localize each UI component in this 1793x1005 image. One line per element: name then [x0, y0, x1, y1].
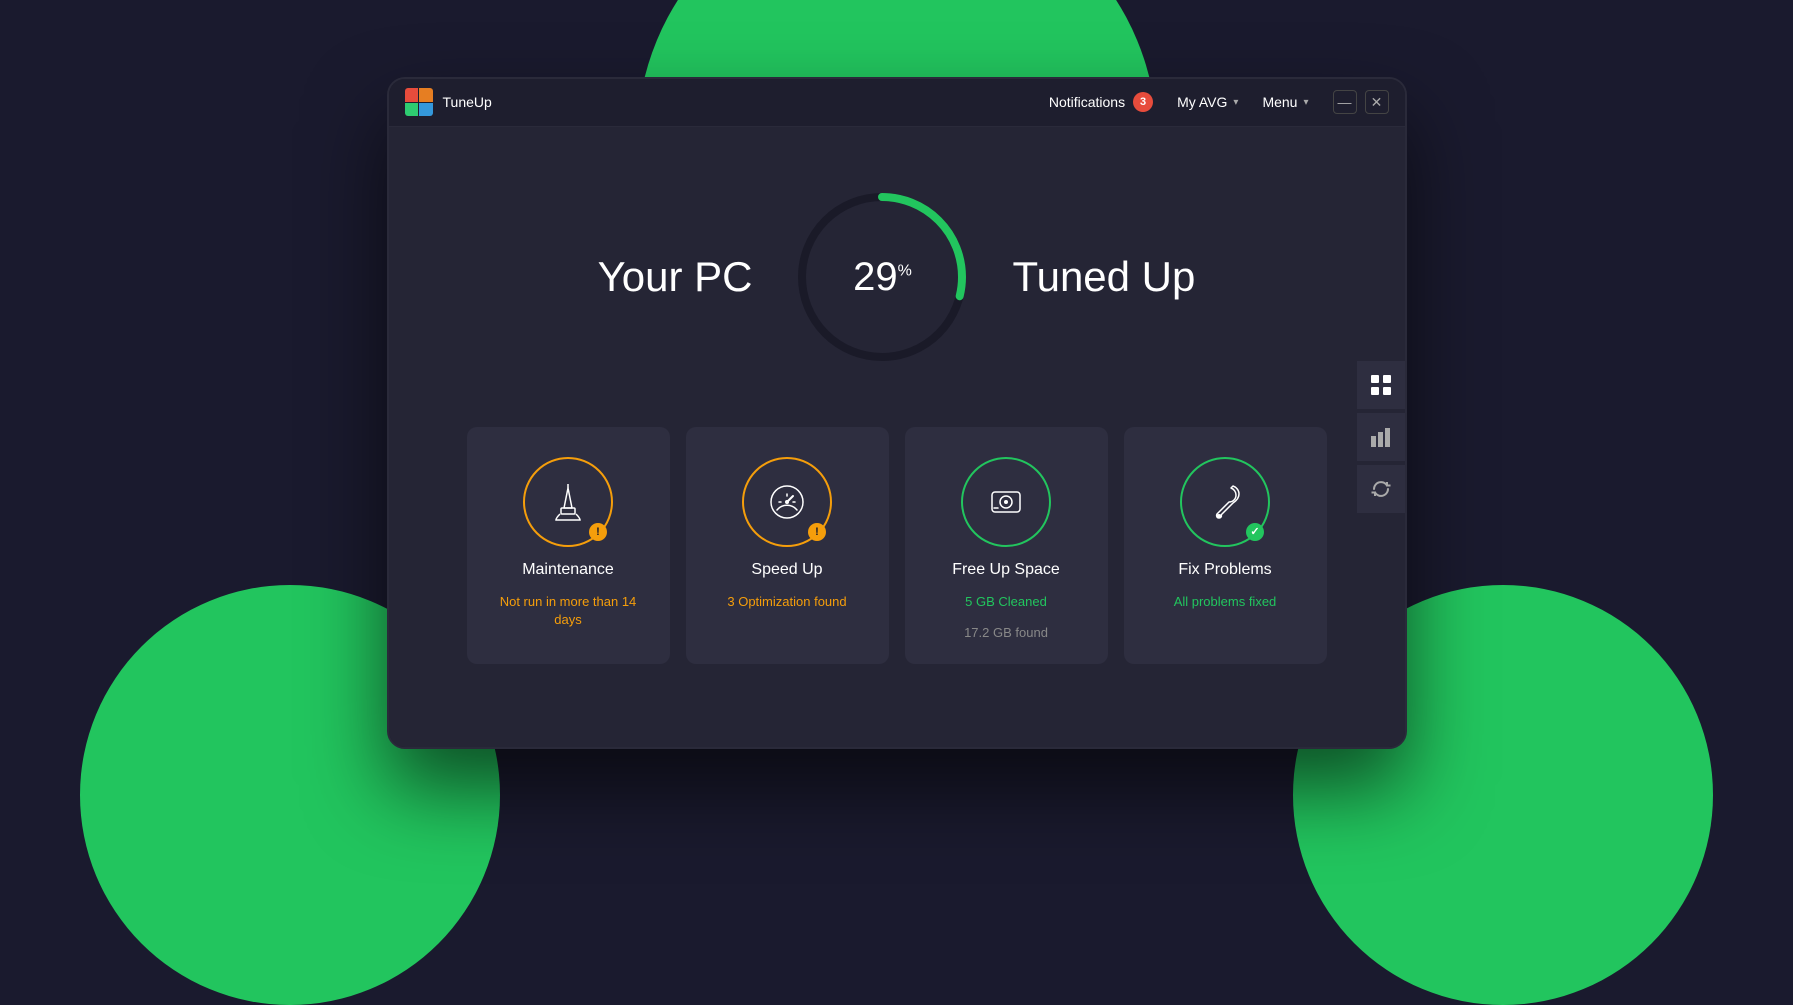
- notifications-button[interactable]: Notifications 3: [1049, 92, 1153, 112]
- freeup-title: Free Up Space: [952, 561, 1060, 579]
- speedup-card[interactable]: ! Speed Up 3 Optimization found: [686, 427, 889, 664]
- maintenance-status: Not run in more than 14 days: [487, 593, 650, 629]
- hdd-icon: [984, 480, 1028, 524]
- menu-chevron: ▾: [1303, 97, 1308, 108]
- maintenance-warning-badge: !: [589, 523, 607, 541]
- laptop-wrapper: TuneUp Notifications 3 My AVG ▾ Menu ▾ —: [387, 77, 1407, 749]
- menu-button[interactable]: Menu ▾: [1262, 94, 1308, 110]
- my-avg-label: My AVG: [1177, 94, 1227, 110]
- refresh-button[interactable]: [1357, 465, 1405, 513]
- speedometer-icon: [765, 480, 809, 524]
- notifications-badge: 3: [1133, 92, 1153, 112]
- gauge-percent-unit: %: [898, 262, 912, 279]
- gauge-percent-value: 29: [853, 255, 898, 299]
- title-bar: TuneUp Notifications 3 My AVG ▾ Menu ▾ —: [389, 79, 1405, 127]
- logo-q3: [405, 103, 419, 117]
- window-controls: — ✕: [1333, 90, 1389, 114]
- grid-icon: [1370, 374, 1392, 396]
- freeup-card[interactable]: Free Up Space 5 GB Cleaned 17.2 GB found: [905, 427, 1108, 664]
- gauge-section: Your PC 29% Tuned Up: [598, 187, 1196, 367]
- wrench-icon: [1203, 480, 1247, 524]
- my-avg-chevron: ▾: [1233, 97, 1238, 108]
- gauge-right-label: Tuned Up: [1012, 253, 1195, 301]
- my-avg-button[interactable]: My AVG ▾: [1177, 94, 1238, 110]
- gauge-left-label: Your PC: [598, 253, 753, 301]
- fixproblems-card[interactable]: ✓ Fix Problems All problems fixed: [1124, 427, 1327, 664]
- avg-logo: [405, 88, 433, 116]
- fixproblems-icon-ring: ✓: [1180, 457, 1270, 547]
- refresh-icon: [1370, 478, 1392, 500]
- broom-icon: [546, 480, 590, 524]
- maintenance-card[interactable]: ! Maintenance Not run in more than 14 da…: [467, 427, 670, 664]
- side-icons: [1357, 361, 1405, 513]
- main-content: Your PC 29% Tuned Up: [389, 127, 1405, 747]
- freeup-icon-ring: [961, 457, 1051, 547]
- minimize-button[interactable]: —: [1333, 90, 1357, 114]
- bar-chart-icon: [1370, 426, 1392, 448]
- maintenance-title: Maintenance: [522, 561, 614, 579]
- grid-view-button[interactable]: [1357, 361, 1405, 409]
- maintenance-icon-ring: !: [523, 457, 613, 547]
- gauge-percent: 29%: [853, 257, 912, 297]
- gauge-container: 29%: [792, 187, 972, 367]
- freeup-status-sub: 17.2 GB found: [964, 625, 1048, 640]
- notifications-label: Notifications: [1049, 94, 1125, 110]
- chart-view-button[interactable]: [1357, 413, 1405, 461]
- fixproblems-title: Fix Problems: [1178, 561, 1271, 579]
- speedup-status: 3 Optimization found: [727, 593, 846, 611]
- logo-q1: [405, 88, 419, 102]
- close-button[interactable]: ✕: [1365, 90, 1389, 114]
- fixproblems-status: All problems fixed: [1174, 593, 1277, 611]
- menu-label: Menu: [1262, 94, 1297, 110]
- speedup-icon-ring: !: [742, 457, 832, 547]
- app-name: TuneUp: [443, 94, 492, 110]
- cards-row: ! Maintenance Not run in more than 14 da…: [467, 427, 1327, 664]
- freeup-status: 5 GB Cleaned: [965, 593, 1047, 611]
- speedup-warning-badge: !: [808, 523, 826, 541]
- speedup-title: Speed Up: [751, 561, 822, 579]
- title-bar-right: Notifications 3 My AVG ▾ Menu ▾ — ✕: [1049, 90, 1389, 114]
- fixproblems-check-badge: ✓: [1246, 523, 1264, 541]
- title-bar-left: TuneUp: [405, 88, 492, 116]
- logo-q2: [419, 88, 433, 102]
- laptop-frame: TuneUp Notifications 3 My AVG ▾ Menu ▾ —: [387, 77, 1407, 749]
- gauge-inner: 29%: [853, 257, 912, 297]
- logo-q4: [419, 103, 433, 117]
